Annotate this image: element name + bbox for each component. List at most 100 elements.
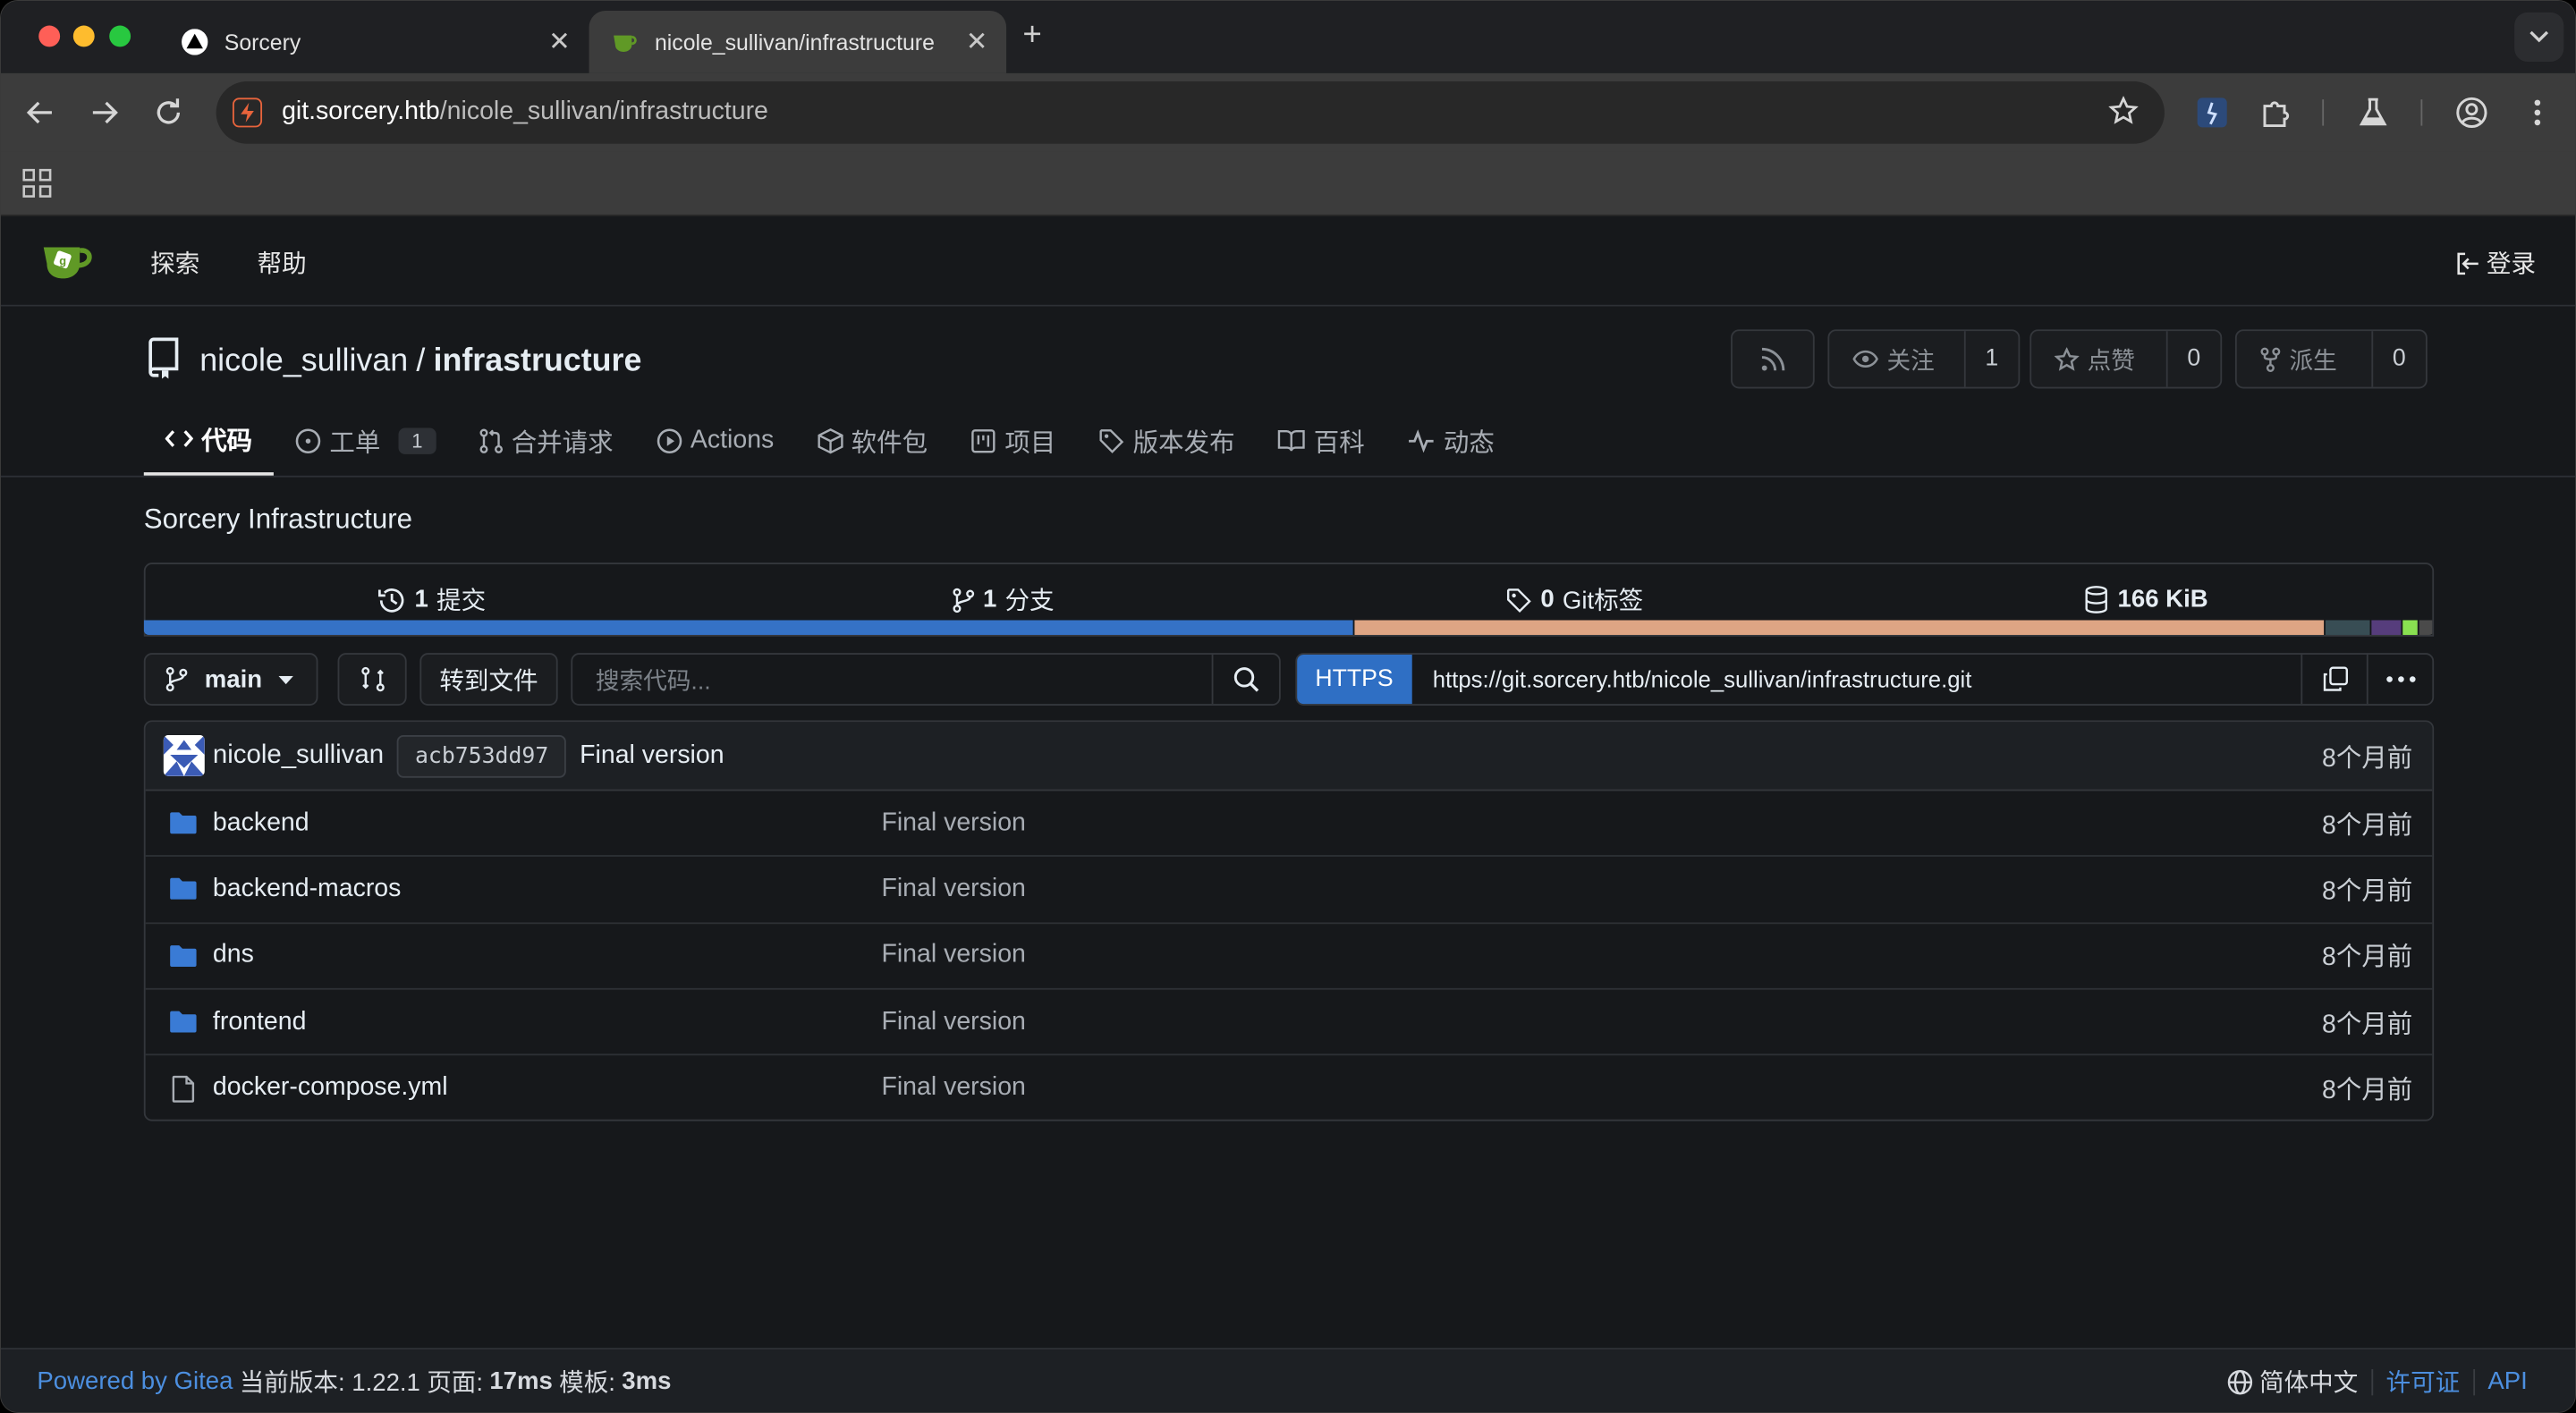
star-button[interactable]: 点赞 0 bbox=[2029, 329, 2223, 389]
sign-in-icon bbox=[2457, 251, 2479, 275]
go-to-file-button[interactable]: 转到文件 bbox=[419, 653, 558, 706]
powered-by-gitea-link[interactable]: Powered by Gitea bbox=[37, 1367, 233, 1395]
fork-count[interactable]: 0 bbox=[2370, 331, 2426, 387]
code-search-button[interactable] bbox=[1211, 655, 1279, 705]
repo-name-link[interactable]: infrastructure bbox=[434, 343, 642, 380]
copy-url-button[interactable] bbox=[2301, 655, 2366, 705]
bookmark-star-icon[interactable] bbox=[2108, 95, 2139, 134]
repo-size: 166 KiB bbox=[2117, 585, 2208, 614]
zoom-window-button[interactable] bbox=[109, 25, 131, 47]
tab-title: nicole_sullivan/infrastructure bbox=[655, 30, 935, 55]
commit-message-link[interactable]: Final version bbox=[580, 740, 724, 770]
tab-actions-label: Actions bbox=[690, 425, 775, 454]
tab-actions[interactable]: Actions bbox=[634, 405, 795, 476]
watch-button[interactable]: 关注 1 bbox=[1827, 329, 2021, 389]
file-commit-message[interactable]: Final version bbox=[881, 808, 1025, 838]
language-segment[interactable] bbox=[143, 620, 1352, 635]
repo-owner-link[interactable]: nicole_sullivan bbox=[199, 343, 408, 380]
commit-sha-link[interactable]: acb753dd97 bbox=[396, 734, 567, 777]
file-commit-message[interactable]: Final version bbox=[881, 1074, 1025, 1104]
tab-close-icon[interactable]: ✕ bbox=[957, 26, 996, 59]
branches-count: 1 bbox=[983, 585, 997, 614]
fork-button[interactable]: 派生 0 bbox=[2234, 329, 2428, 389]
branch-selector[interactable]: main bbox=[143, 653, 318, 706]
table-row[interactable]: frontend Final version 8个月前 bbox=[145, 989, 2433, 1056]
more-options-button[interactable] bbox=[2366, 655, 2432, 705]
table-row[interactable]: backend Final version 8个月前 bbox=[145, 791, 2433, 858]
apps-grid-icon[interactable] bbox=[22, 168, 52, 206]
api-link[interactable]: API bbox=[2487, 1367, 2527, 1395]
file-commit-message[interactable]: Final version bbox=[881, 1007, 1025, 1036]
compare-button[interactable] bbox=[337, 653, 407, 706]
tab-releases-label: 版本发布 bbox=[1132, 428, 1235, 457]
tab-releases[interactable]: 版本发布 bbox=[1077, 405, 1256, 476]
language-segment[interactable] bbox=[2402, 620, 2418, 635]
tab-packages[interactable]: 软件包 bbox=[795, 405, 949, 476]
nav-help-link[interactable]: 帮助 bbox=[258, 246, 307, 281]
browser-menu-button[interactable] bbox=[2518, 93, 2557, 132]
table-row[interactable]: backend-macros Final version 8个月前 bbox=[145, 857, 2433, 924]
license-link[interactable]: 许可证 bbox=[2386, 1364, 2461, 1399]
file-name-link[interactable]: backend bbox=[213, 808, 309, 838]
nav-explore-link[interactable]: 探索 bbox=[150, 246, 199, 281]
language-segment[interactable] bbox=[1353, 620, 2324, 635]
tab-search-button[interactable] bbox=[2514, 12, 2564, 62]
file-name-link[interactable]: dns bbox=[213, 941, 254, 970]
new-tab-button[interactable]: + bbox=[1022, 17, 1041, 55]
file-name-link[interactable]: docker-compose.yml bbox=[213, 1074, 448, 1104]
tab-issues[interactable]: 工单 1 bbox=[274, 405, 457, 476]
pulse-icon bbox=[1409, 428, 1434, 453]
table-row[interactable]: docker-compose.yml Final version 8个月前 bbox=[146, 1056, 2433, 1120]
tab-pull-requests[interactable]: 合并请求 bbox=[457, 405, 634, 476]
kebab-menu-icon bbox=[2534, 99, 2541, 126]
code-search-input[interactable]: 搜索代码... bbox=[596, 662, 1212, 697]
copy-icon bbox=[2322, 666, 2348, 691]
language-segment[interactable] bbox=[2419, 620, 2433, 635]
commit-author-link[interactable]: nicole_sullivan bbox=[213, 740, 384, 770]
language-segment[interactable] bbox=[2371, 620, 2402, 635]
back-button[interactable] bbox=[21, 93, 60, 132]
pull-request-icon bbox=[479, 427, 503, 453]
svg-text:g: g bbox=[59, 254, 66, 267]
tab-activity[interactable]: 动态 bbox=[1386, 405, 1516, 476]
clone-protocol-button[interactable]: HTTPS bbox=[1297, 655, 1411, 705]
labs-button[interactable] bbox=[2353, 93, 2393, 132]
minimize-window-button[interactable] bbox=[72, 25, 95, 47]
file-name-link[interactable]: frontend bbox=[213, 1007, 306, 1036]
profile-button[interactable] bbox=[2452, 93, 2491, 132]
tab-projects[interactable]: 项目 bbox=[949, 405, 1077, 476]
watch-count[interactable]: 1 bbox=[1963, 331, 2018, 387]
language-segment[interactable] bbox=[2325, 620, 2371, 635]
language-selector[interactable]: 简体中文 bbox=[2226, 1364, 2358, 1399]
browser-tab-infrastructure[interactable]: nicole_sullivan/infrastructure ✕ bbox=[589, 11, 1007, 73]
extension-button[interactable] bbox=[2192, 93, 2232, 132]
tab-code[interactable]: 代码 bbox=[143, 405, 274, 476]
file-list: nicole_sullivan acb753dd97 Final version… bbox=[143, 720, 2435, 1121]
rss-feed-button[interactable] bbox=[1731, 329, 1815, 389]
browser-tab-sorcery[interactable]: Sorcery ✕ bbox=[158, 11, 589, 73]
gitea-logo-icon[interactable]: g bbox=[40, 239, 96, 290]
issue-icon bbox=[295, 427, 321, 453]
browser-toolbar: git.sorcery.htb/nicole_sullivan/infrastr… bbox=[1, 72, 2575, 152]
branch-icon bbox=[953, 587, 974, 613]
file-name-link[interactable]: backend-macros bbox=[213, 875, 401, 904]
tag-icon bbox=[1099, 428, 1124, 453]
table-row[interactable]: dns Final version 8个月前 bbox=[145, 923, 2433, 990]
star-count[interactable]: 0 bbox=[2165, 331, 2220, 387]
language-stats-bar[interactable] bbox=[143, 620, 2434, 635]
login-link[interactable]: 登录 bbox=[2455, 246, 2536, 281]
file-commit-message[interactable]: Final version bbox=[881, 875, 1025, 904]
file-commit-message[interactable]: Final version bbox=[881, 941, 1025, 970]
address-bar[interactable]: git.sorcery.htb/nicole_sullivan/infrastr… bbox=[216, 80, 2165, 144]
extension-figure-icon bbox=[2197, 97, 2227, 128]
close-window-button[interactable] bbox=[38, 25, 61, 47]
clone-url-field[interactable]: https://git.sorcery.htb/nicole_sullivan/… bbox=[1411, 666, 2301, 692]
tab-close-icon[interactable]: ✕ bbox=[539, 26, 579, 59]
reload-button[interactable] bbox=[148, 93, 188, 132]
toolbar-divider bbox=[2322, 99, 2325, 126]
avatar[interactable] bbox=[163, 735, 205, 776]
forward-button[interactable] bbox=[85, 93, 124, 132]
extensions-menu-button[interactable] bbox=[2257, 93, 2296, 132]
not-secure-icon[interactable] bbox=[232, 97, 263, 128]
tab-wiki[interactable]: 百科 bbox=[1256, 405, 1385, 476]
